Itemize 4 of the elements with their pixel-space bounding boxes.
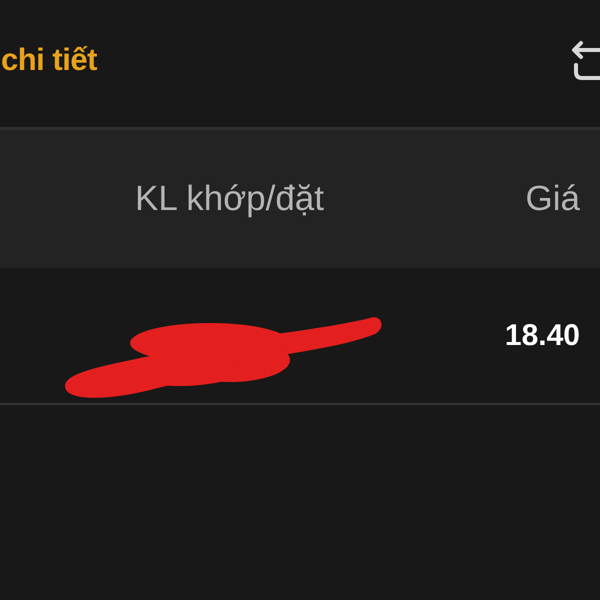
column-header: KL khớp/đặt <box>135 179 324 219</box>
section-title: chi tiết <box>0 42 97 78</box>
column-header: Giá <box>526 179 580 219</box>
price-cell: 18.40 <box>504 318 580 352</box>
